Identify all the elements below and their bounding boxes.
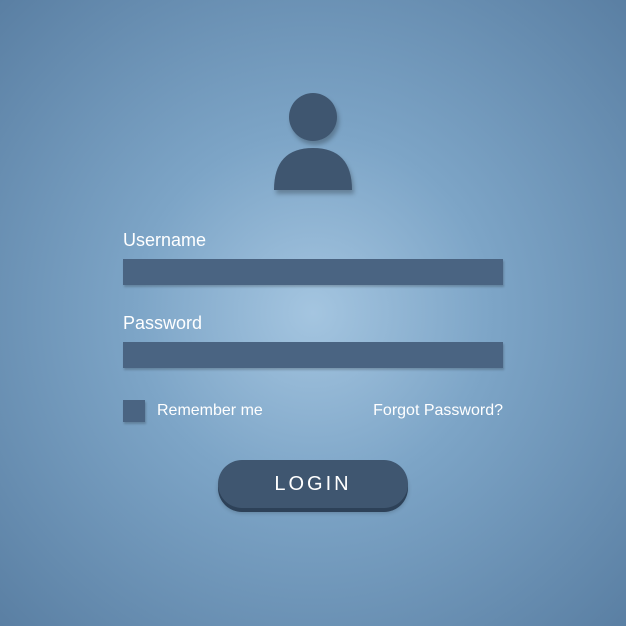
login-form: Username Password Remember me Forgot Pas…	[123, 230, 503, 508]
password-label: Password	[123, 313, 503, 334]
password-input[interactable]	[123, 342, 503, 368]
forgot-password-link[interactable]: Forgot Password?	[373, 402, 503, 420]
options-row: Remember me Forgot Password?	[123, 400, 503, 422]
username-input[interactable]	[123, 259, 503, 285]
remember-me-wrap: Remember me	[123, 400, 263, 422]
remember-me-checkbox[interactable]	[123, 400, 145, 422]
user-avatar-icon	[268, 90, 358, 190]
login-button-wrap: LOGIN	[123, 460, 503, 508]
login-button[interactable]: LOGIN	[218, 460, 408, 508]
remember-me-label: Remember me	[157, 402, 263, 420]
username-label: Username	[123, 230, 503, 251]
